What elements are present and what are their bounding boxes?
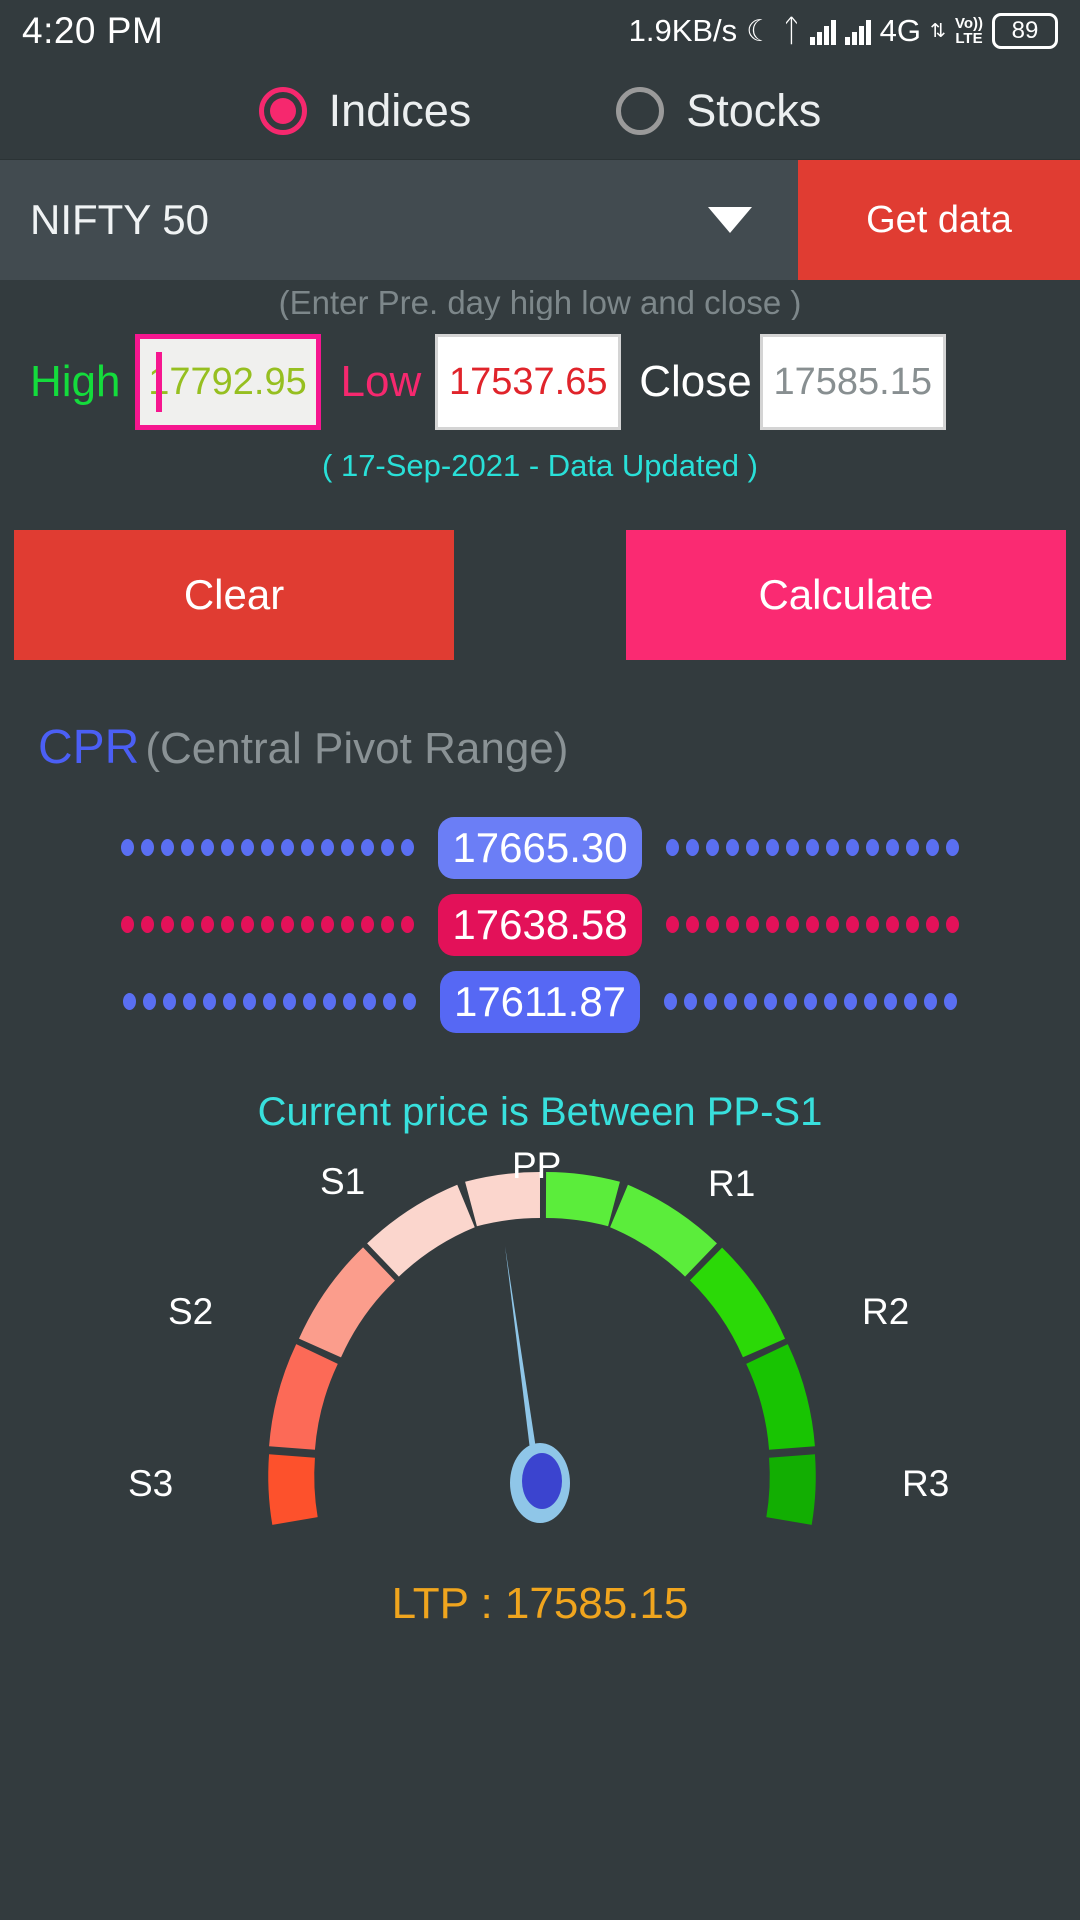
cpr-dots-right-pivot: [642, 916, 959, 933]
close-label: Close: [639, 357, 752, 406]
gauge-seg-s1a: [367, 1184, 476, 1277]
gauge-needle: [505, 1246, 570, 1523]
close-input[interactable]: [759, 334, 946, 430]
mode-option-stocks[interactable]: Stocks: [616, 85, 821, 137]
chevron-down-icon[interactable]: [708, 207, 752, 233]
cpr-value-bottom: 17611.87: [439, 970, 641, 1033]
mode-option-stocks-label: Stocks: [686, 84, 822, 136]
gauge-label-r3: R3: [902, 1463, 950, 1504]
gauge-seg-s1-s2: [298, 1247, 396, 1358]
mode-option-indices[interactable]: Indices: [258, 84, 472, 137]
cpr-row-pivot: 17638.58: [0, 886, 1080, 963]
gauge-hub: [522, 1453, 562, 1509]
gauge-label-r2: R2: [862, 1291, 910, 1332]
bluetooth-icon: ᛏ: [782, 13, 801, 48]
gauge-seg-r3: [766, 1454, 816, 1525]
pivot-gauge: PP S1 R1 S2 R2 S3 R3: [0, 1143, 1080, 1573]
cpr-row-top: 17665.30: [0, 809, 1080, 886]
network-speed-text: 1.9KB/s: [628, 13, 738, 48]
symbol-selector-row: NIFTY 50 Get data: [0, 160, 1080, 280]
high-low-close-row: High Low Close: [0, 320, 1080, 430]
gauge-seg-pp-r1a: [545, 1172, 620, 1227]
cpr-heading: CPR (Central Pivot Range): [0, 660, 1080, 775]
gauge-seg-r1-r2: [689, 1247, 786, 1358]
moon-icon: ☾: [746, 14, 774, 48]
status-icons: 1.9KB/s ☾ ᛏ 4G ⇅ Vo)) LTE 89: [629, 13, 1058, 49]
input-hint: (Enter Pre. day high low and close ): [278, 284, 802, 320]
cpr-value-top: 17665.30: [438, 816, 642, 879]
gauge-seg-s2-s3: [269, 1344, 338, 1451]
gauge-seg-r2-r3: [746, 1344, 815, 1451]
low-label: Low: [340, 357, 422, 406]
cpr-dots-right-bottom: [640, 993, 958, 1010]
mode-option-indices-label: Indices: [328, 84, 472, 136]
action-buttons: Clear Calculate: [0, 484, 1080, 660]
cpr-dots-left-pivot: [121, 916, 438, 933]
status-time: 4:20 PM: [22, 10, 164, 51]
cpr-dots-left-bottom: [122, 993, 440, 1010]
gauge-label-r1: R1: [708, 1163, 756, 1204]
high-input[interactable]: [134, 334, 321, 430]
cpr-abbr-label: CPR: [38, 721, 140, 774]
clear-button[interactable]: Clear: [14, 530, 454, 660]
battery-indicator: 89: [992, 13, 1058, 49]
signal-bars-icon-1: [809, 18, 836, 45]
cpr-full-label: (Central Pivot Range): [145, 724, 569, 773]
volte-top: Vo)): [954, 15, 983, 32]
gauge-seg-r1: [609, 1184, 717, 1277]
volte-icon: Vo)) LTE: [955, 16, 983, 46]
network-type-label: 4G: [879, 13, 922, 48]
ltp-label: LTP : 17585.15: [391, 1579, 689, 1628]
data-transfer-icon: ⇅: [930, 20, 946, 42]
text-cursor-icon: [155, 352, 162, 412]
cpr-value-pivot: 17638.58: [438, 893, 642, 956]
volte-bottom: LTE: [955, 30, 983, 47]
gauge-label-s2: S2: [168, 1291, 214, 1332]
gauge-seg-pp-s1: [465, 1171, 541, 1227]
low-input[interactable]: [435, 334, 622, 430]
gauge-label-pp: PP: [512, 1145, 562, 1186]
gauge-label-s1: S1: [320, 1161, 366, 1202]
get-data-button[interactable]: Get data: [798, 160, 1080, 280]
signal-bars-icon-2: [844, 18, 871, 45]
gauge-seg-s3: [268, 1454, 318, 1525]
cpr-values: 17665.30 17638.58 17611.87: [0, 775, 1080, 1040]
cpr-row-bottom: 17611.87: [0, 963, 1080, 1040]
symbol-dropdown[interactable]: NIFTY 50: [30, 196, 209, 244]
status-bar: 4:20 PM 1.9KB/s ☾ ᛏ 4G ⇅ Vo)) LTE 89: [0, 0, 1080, 62]
gauge-svg: [268, 1171, 816, 1525]
cpr-dots-left-top: [121, 839, 438, 856]
price-zone-status: Current price is Between PP-S1: [257, 1090, 823, 1134]
high-label: High: [30, 357, 121, 406]
high-input-wrap: [134, 334, 321, 430]
cpr-dots-right-top: [642, 839, 959, 856]
radio-stocks-icon[interactable]: [616, 86, 665, 135]
radio-indices-icon[interactable]: [258, 86, 307, 135]
calculate-button[interactable]: Calculate: [626, 530, 1066, 660]
mode-selector: Indices Stocks: [0, 62, 1080, 160]
data-updated-status: ( 17-Sep-2021 - Data Updated ): [322, 448, 758, 483]
gauge-label-s3: S3: [128, 1463, 174, 1504]
